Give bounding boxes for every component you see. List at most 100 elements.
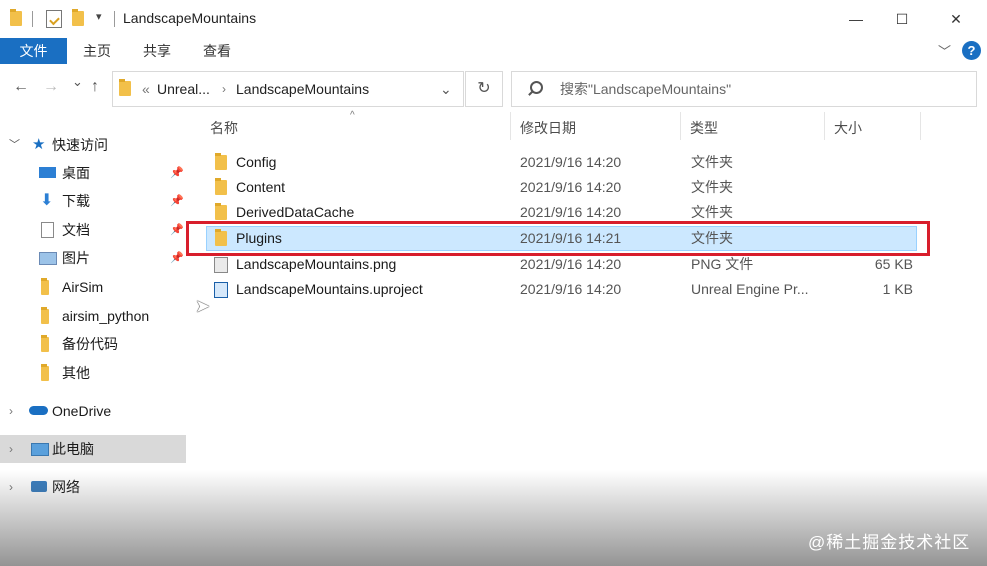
sidebar-item-airsim[interactable]: AirSim bbox=[0, 273, 186, 301]
title-bar: ▾ LandscapeMountains — ☐ ✕ bbox=[0, 0, 987, 38]
sidebar-item-desktop[interactable]: 桌面 📌 bbox=[0, 159, 186, 187]
up-button[interactable]: ↑ bbox=[91, 78, 99, 96]
sidebar-item-label: 桌面 bbox=[62, 165, 90, 181]
sidebar-item-quick-access[interactable]: ﹀ ★ 快速访问 bbox=[0, 131, 186, 159]
folder-icon bbox=[41, 337, 49, 352]
sidebar-item-backup-code[interactable]: 备份代码 bbox=[0, 330, 186, 358]
document-icon bbox=[41, 222, 54, 238]
file-name[interactable]: Config bbox=[236, 150, 276, 175]
table-row[interactable]: Config 2021/9/16 14:20 文件夹 bbox=[206, 150, 917, 175]
address-bar[interactable]: « Unreal... › LandscapeMountains ⌄ bbox=[112, 71, 464, 107]
breadcrumb-item[interactable]: LandscapeMountains bbox=[236, 72, 369, 106]
sidebar-item-label: OneDrive bbox=[52, 403, 112, 419]
customize-toolbar-icon[interactable]: ▾ bbox=[96, 10, 102, 23]
folder-icon bbox=[215, 155, 227, 170]
new-folder-icon[interactable] bbox=[72, 11, 84, 26]
file-name[interactable]: LandscapeMountains.uproject bbox=[236, 277, 423, 302]
star-icon: ★ bbox=[32, 136, 46, 153]
sort-ascending-icon: ^ bbox=[350, 110, 355, 121]
sidebar-item-other[interactable]: 其他 bbox=[0, 359, 186, 387]
image-file-icon bbox=[214, 257, 228, 273]
sidebar-item-pictures[interactable]: 图片 📌 bbox=[0, 244, 186, 272]
expand-ribbon-icon[interactable]: ﹀ bbox=[938, 41, 951, 60]
divider bbox=[32, 11, 33, 27]
folder-icon bbox=[119, 81, 131, 96]
pin-icon[interactable]: 📌 bbox=[170, 159, 184, 187]
navigation-bar: ← → ⌄ ↑ « Unreal... › LandscapeMountains… bbox=[0, 64, 987, 112]
sidebar-item-label: airsim_python bbox=[62, 308, 150, 324]
table-row[interactable]: Content 2021/9/16 14:20 文件夹 bbox=[206, 175, 917, 200]
mouse-cursor-icon: ➤ bbox=[195, 296, 211, 316]
maximize-button[interactable]: ☐ bbox=[879, 6, 925, 32]
picture-icon bbox=[39, 252, 57, 265]
sidebar-item-this-pc[interactable]: › 此电脑 bbox=[0, 435, 186, 463]
file-modified: 2021/9/16 14:20 bbox=[520, 281, 622, 297]
search-box[interactable]: 搜索"LandscapeMountains" bbox=[511, 71, 977, 107]
sidebar-item-label: 文档 bbox=[62, 222, 90, 238]
forward-button[interactable]: → bbox=[43, 78, 59, 96]
folder-icon bbox=[41, 309, 49, 324]
column-header-modified[interactable]: 修改日期 bbox=[520, 116, 576, 140]
folder-icon bbox=[215, 205, 227, 220]
file-modified: 2021/9/16 14:20 bbox=[520, 154, 622, 170]
address-dropdown-icon[interactable]: ⌄ bbox=[440, 72, 452, 106]
column-header-name[interactable]: 名称 bbox=[210, 116, 238, 140]
column-divider[interactable] bbox=[680, 112, 681, 140]
chevron-right-icon[interactable]: › bbox=[9, 435, 13, 463]
refresh-button[interactable]: ↻ bbox=[465, 71, 503, 107]
window-title: LandscapeMountains bbox=[123, 10, 257, 26]
sidebar-item-label: AirSim bbox=[62, 279, 104, 295]
sidebar-item-label: 其他 bbox=[62, 365, 90, 381]
sidebar-item-label: 快速访问 bbox=[52, 137, 108, 153]
column-divider[interactable] bbox=[824, 112, 825, 140]
chevron-right-icon[interactable]: › bbox=[9, 397, 13, 425]
sidebar-item-label: 备份代码 bbox=[62, 336, 118, 352]
tab-file[interactable]: 文件 bbox=[0, 38, 67, 64]
uproject-file-icon bbox=[214, 282, 228, 298]
sidebar-item-label: 此电脑 bbox=[52, 441, 94, 457]
pin-icon[interactable]: 📌 bbox=[170, 216, 184, 244]
sidebar-item-airsim-python[interactable]: airsim_python bbox=[0, 302, 186, 330]
search-input[interactable]: 搜索"LandscapeMountains" bbox=[560, 72, 731, 106]
download-icon: ⬇ bbox=[40, 192, 54, 209]
watermark: @稀土掘金技术社区 bbox=[808, 533, 971, 552]
file-type: 文件夹 bbox=[691, 179, 733, 195]
tab-view[interactable]: 查看 bbox=[203, 38, 231, 64]
recent-locations-button[interactable]: ⌄ bbox=[72, 74, 83, 90]
table-row[interactable]: LandscapeMountains.uproject 2021/9/16 14… bbox=[206, 277, 917, 302]
chevron-down-icon[interactable]: ﹀ bbox=[9, 131, 20, 159]
folder-icon bbox=[215, 180, 227, 195]
sidebar-item-label: 图片 bbox=[62, 250, 90, 266]
folder-icon bbox=[41, 366, 49, 381]
column-header-type[interactable]: 类型 bbox=[690, 116, 718, 140]
help-icon[interactable]: ? bbox=[962, 41, 981, 60]
tab-share[interactable]: 共享 bbox=[143, 38, 171, 64]
close-button[interactable]: ✕ bbox=[933, 6, 979, 32]
column-divider[interactable] bbox=[510, 112, 511, 140]
file-type: Unreal Engine Pr... bbox=[691, 281, 809, 297]
file-modified: 2021/9/16 14:20 bbox=[520, 179, 622, 195]
file-size: 1 KB bbox=[882, 281, 913, 297]
sidebar-item-documents[interactable]: 文档 📌 bbox=[0, 216, 186, 244]
sidebar-item-label: 下载 bbox=[62, 193, 90, 209]
cloud-icon bbox=[29, 406, 48, 415]
highlight-box bbox=[186, 221, 930, 256]
folder-icon bbox=[41, 280, 49, 295]
column-header-size[interactable]: 大小 bbox=[834, 116, 862, 140]
computer-icon bbox=[31, 443, 49, 456]
breadcrumb-separator-icon: › bbox=[222, 82, 226, 96]
column-divider[interactable] bbox=[920, 112, 921, 140]
tab-home[interactable]: 主页 bbox=[83, 38, 111, 64]
minimize-button[interactable]: — bbox=[833, 6, 879, 32]
breadcrumb-item[interactable]: Unreal... bbox=[157, 72, 210, 106]
back-button[interactable]: ← bbox=[13, 78, 29, 96]
sidebar-item-onedrive[interactable]: › OneDrive bbox=[0, 397, 186, 425]
properties-icon[interactable] bbox=[46, 10, 62, 28]
folder-icon bbox=[10, 11, 22, 26]
sidebar-item-downloads[interactable]: ⬇ 下载 📌 bbox=[0, 187, 186, 215]
file-type: 文件夹 bbox=[691, 154, 733, 170]
pin-icon[interactable]: 📌 bbox=[170, 187, 184, 215]
pin-icon[interactable]: 📌 bbox=[170, 244, 184, 272]
file-name[interactable]: Content bbox=[236, 175, 285, 200]
breadcrumb-overflow[interactable]: « bbox=[142, 72, 150, 106]
